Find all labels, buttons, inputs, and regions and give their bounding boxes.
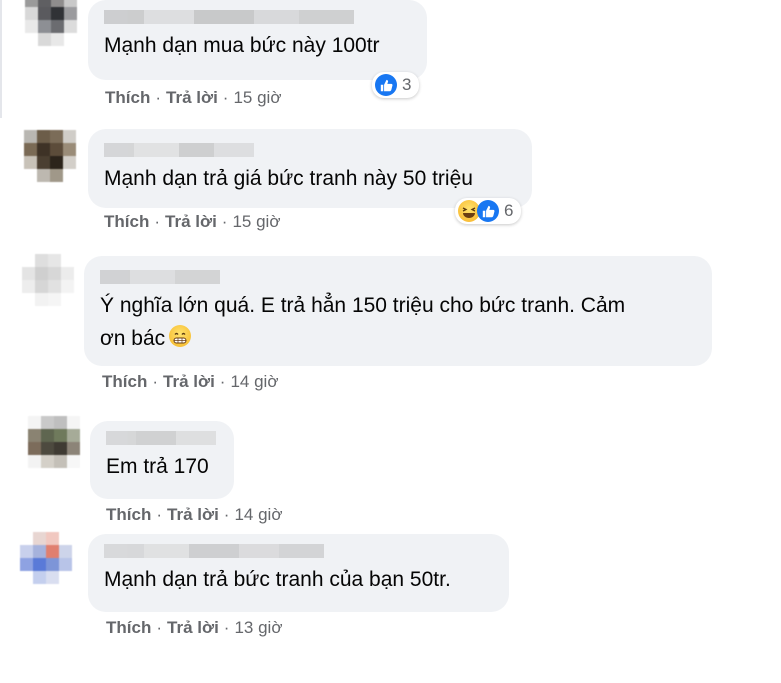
separator: · <box>156 618 163 637</box>
reply-link[interactable]: Trả lời <box>163 372 215 392</box>
separator: · <box>223 505 230 524</box>
separator: · <box>222 88 229 107</box>
comment-text: Mạnh dạn trả giá bức tranh này 50 triệu <box>104 167 473 190</box>
comment-bubble: Mạnh dạn mua bức này 100tr <box>88 0 427 80</box>
avatar[interactable] <box>24 130 76 182</box>
like-link[interactable]: Thích <box>105 88 150 108</box>
avatar[interactable] <box>20 532 72 584</box>
reply-link[interactable]: Trả lời <box>167 618 219 638</box>
timestamp[interactable]: 15 giờ <box>232 212 280 232</box>
comment-actions: Thích · Trả lời · 15 giờ <box>105 88 281 108</box>
comment-bubble: Ý nghĩa lớn quá. E trả hẳn 150 triệu cho… <box>84 256 712 366</box>
reaction-summary[interactable]: 3 <box>372 72 420 98</box>
timestamp[interactable]: 15 giờ <box>233 88 281 108</box>
reaction-count: 3 <box>402 75 412 94</box>
like-link[interactable]: Thích <box>106 505 151 525</box>
separator: · <box>223 618 230 637</box>
separator: · <box>154 212 161 231</box>
separator: · <box>155 88 162 107</box>
like-link[interactable]: Thích <box>102 372 147 392</box>
avatar[interactable] <box>28 416 80 468</box>
comment-text-line-1: Ý nghĩa lớn quá. E trả hẳn 150 triệu cho… <box>100 294 626 317</box>
blurred-author-name[interactable] <box>104 8 413 26</box>
timestamp[interactable]: 14 giờ <box>234 505 282 525</box>
comment-text-line-2: ơn bác <box>100 327 166 350</box>
reaction-summary[interactable]: 6 <box>455 198 522 224</box>
like-icon <box>477 200 499 222</box>
reply-thread-line <box>0 0 2 118</box>
comment-bubble: Mạnh dạn trả giá bức tranh này 50 triệu <box>88 129 532 208</box>
separator: · <box>152 372 159 391</box>
grinning-face-icon <box>169 325 192 347</box>
comment-text: Mạnh dạn trả bức tranh của bạn 50tr. <box>104 568 451 591</box>
avatar[interactable] <box>25 0 77 46</box>
comment-text: Mạnh dạn mua bức này 100tr <box>104 34 380 57</box>
comment-actions: Thích · Trả lời · 14 giờ <box>106 505 282 525</box>
like-link[interactable]: Thích <box>106 618 151 638</box>
timestamp[interactable]: 14 giờ <box>230 372 278 392</box>
comment-bubble: Mạnh dạn trả bức tranh của bạn 50tr. <box>88 534 509 612</box>
separator: · <box>221 212 228 231</box>
comment-text: Ý nghĩa lớn quá. E trả hẳn 150 triệu cho… <box>100 289 698 355</box>
reply-link[interactable]: Trả lời <box>166 88 218 108</box>
blurred-author-name[interactable] <box>100 268 698 286</box>
reply-link[interactable]: Trả lời <box>165 212 217 232</box>
like-link[interactable]: Thích <box>104 212 149 232</box>
blurred-author-name[interactable] <box>104 141 518 159</box>
comment-text: Em trả 170 <box>106 455 209 478</box>
blurred-author-name[interactable] <box>104 542 495 560</box>
avatar[interactable] <box>22 254 74 306</box>
comment-actions: Thích · Trả lời · 15 giờ <box>104 212 280 232</box>
separator: · <box>156 505 163 524</box>
comment-actions: Thích · Trả lời · 14 giờ <box>102 372 278 392</box>
comment-actions: Thích · Trả lời · 13 giờ <box>106 618 282 638</box>
like-icon <box>375 74 397 96</box>
blurred-author-name[interactable] <box>106 429 220 447</box>
reply-link[interactable]: Trả lời <box>167 505 219 525</box>
comment-bubble: Em trả 170 <box>90 421 234 499</box>
timestamp[interactable]: 13 giờ <box>234 618 282 638</box>
reaction-count: 6 <box>504 201 514 220</box>
separator: · <box>219 372 226 391</box>
